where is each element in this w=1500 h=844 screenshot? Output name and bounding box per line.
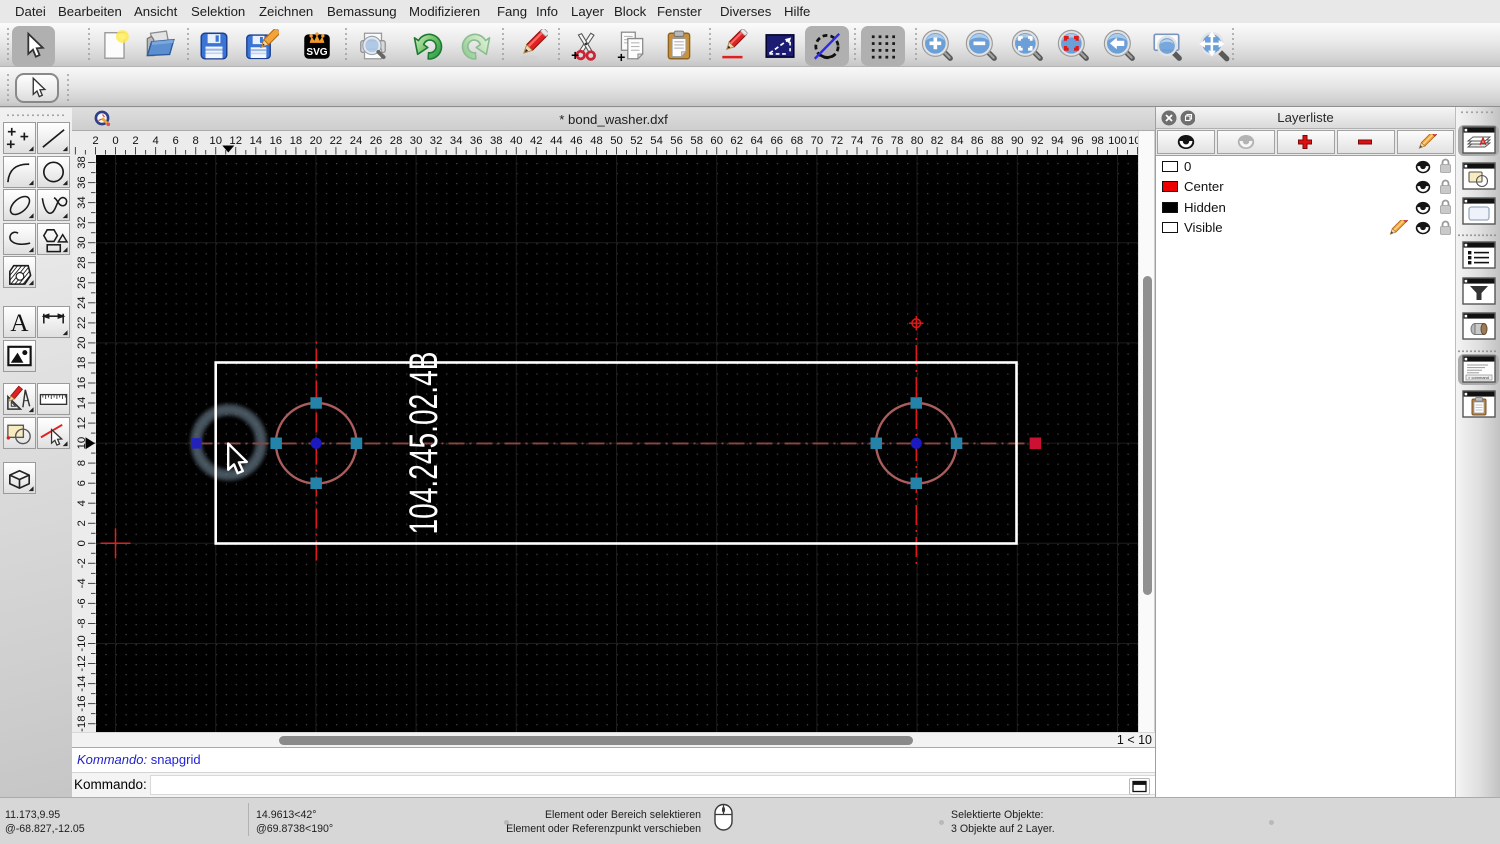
svg-text:88: 88: [991, 135, 1004, 147]
svg-text:16: 16: [76, 377, 88, 390]
svg-text:56: 56: [670, 135, 683, 147]
svg-text:32: 32: [430, 135, 443, 147]
svg-text:14: 14: [250, 135, 263, 147]
svg-text:22: 22: [76, 317, 88, 330]
svg-text:26: 26: [76, 277, 88, 290]
svg-text:72: 72: [831, 135, 844, 147]
svg-text:34: 34: [450, 135, 463, 147]
svg-text:SVG: SVG: [306, 47, 327, 58]
svg-text:60: 60: [710, 135, 723, 147]
svg-text:18: 18: [76, 357, 88, 370]
svg-text:8: 8: [193, 135, 199, 147]
svg-text:12: 12: [229, 135, 242, 147]
svg-text:90: 90: [1011, 135, 1024, 147]
svg-text:-8: -8: [76, 618, 88, 628]
svg-text:22: 22: [330, 135, 343, 147]
svg-text:6: 6: [76, 480, 88, 486]
svg-text:2: 2: [92, 135, 98, 147]
svg-text:34: 34: [76, 196, 88, 209]
svg-text:70: 70: [811, 135, 824, 147]
svg-text:100: 100: [1108, 135, 1127, 147]
svg-text:14: 14: [76, 397, 88, 410]
svg-text:42: 42: [530, 135, 543, 147]
svg-text:20: 20: [76, 337, 88, 350]
svg-text:38: 38: [76, 156, 88, 169]
svg-text:4: 4: [76, 500, 88, 506]
svg-text:68: 68: [791, 135, 804, 147]
svg-text:92: 92: [1031, 135, 1044, 147]
svg-text:2: 2: [132, 135, 138, 147]
svg-text:104.245.02.4B: 104.245.02.4B: [402, 352, 446, 535]
svg-text:-16: -16: [76, 695, 88, 711]
svg-text:48: 48: [590, 135, 603, 147]
svg-text:+: +: [617, 48, 625, 62]
svg-text:52: 52: [630, 135, 643, 147]
svg-text:96: 96: [1071, 135, 1084, 147]
svg-text:8: 8: [76, 460, 88, 466]
svg-text:40: 40: [510, 135, 523, 147]
svg-text:4: 4: [152, 135, 158, 147]
svg-text:80: 80: [911, 135, 924, 147]
svg-text:94: 94: [1051, 135, 1064, 147]
svg-text:36: 36: [470, 135, 483, 147]
svg-text:-12: -12: [76, 655, 88, 671]
svg-text:78: 78: [891, 135, 904, 147]
svg-text:58: 58: [690, 135, 703, 147]
svg-text:20: 20: [310, 135, 323, 147]
svg-text:32: 32: [76, 216, 88, 229]
svg-text:30: 30: [410, 135, 423, 147]
svg-text:6: 6: [172, 135, 178, 147]
svg-text:102: 102: [1128, 135, 1138, 147]
svg-text:28: 28: [76, 256, 88, 269]
svg-text:50: 50: [610, 135, 623, 147]
svg-text:46: 46: [570, 135, 583, 147]
svg-text:24: 24: [76, 297, 88, 310]
svg-text:26: 26: [370, 135, 383, 147]
svg-text:-14: -14: [76, 675, 88, 691]
svg-text:> command: > command: [1468, 375, 1489, 380]
svg-text:2: 2: [76, 520, 88, 526]
svg-text:44: 44: [550, 135, 563, 147]
svg-text:A: A: [10, 310, 28, 337]
svg-text:66: 66: [771, 135, 784, 147]
svg-text:76: 76: [871, 135, 884, 147]
svg-text:0: 0: [76, 540, 88, 546]
svg-text:10: 10: [209, 135, 222, 147]
svg-text:54: 54: [650, 135, 663, 147]
svg-text:98: 98: [1091, 135, 1104, 147]
svg-text:86: 86: [971, 135, 984, 147]
svg-text:-18: -18: [76, 716, 88, 732]
svg-text:+: +: [571, 46, 579, 62]
svg-text:-10: -10: [76, 635, 88, 651]
svg-text:-4: -4: [76, 578, 88, 588]
svg-text:62: 62: [730, 135, 743, 147]
svg-text:24: 24: [350, 135, 363, 147]
svg-text:0: 0: [112, 135, 118, 147]
svg-text:84: 84: [951, 135, 964, 147]
svg-text:-6: -6: [76, 598, 88, 608]
svg-text:64: 64: [751, 135, 764, 147]
svg-text:38: 38: [490, 135, 503, 147]
svg-text:18: 18: [290, 135, 303, 147]
svg-text:28: 28: [390, 135, 403, 147]
svg-text:36: 36: [76, 176, 88, 189]
svg-text:-2: -2: [76, 558, 88, 568]
svg-text:16: 16: [270, 135, 283, 147]
svg-text:12: 12: [76, 417, 88, 430]
svg-text:30: 30: [76, 236, 88, 249]
svg-text:74: 74: [851, 135, 864, 147]
svg-text:82: 82: [931, 135, 944, 147]
